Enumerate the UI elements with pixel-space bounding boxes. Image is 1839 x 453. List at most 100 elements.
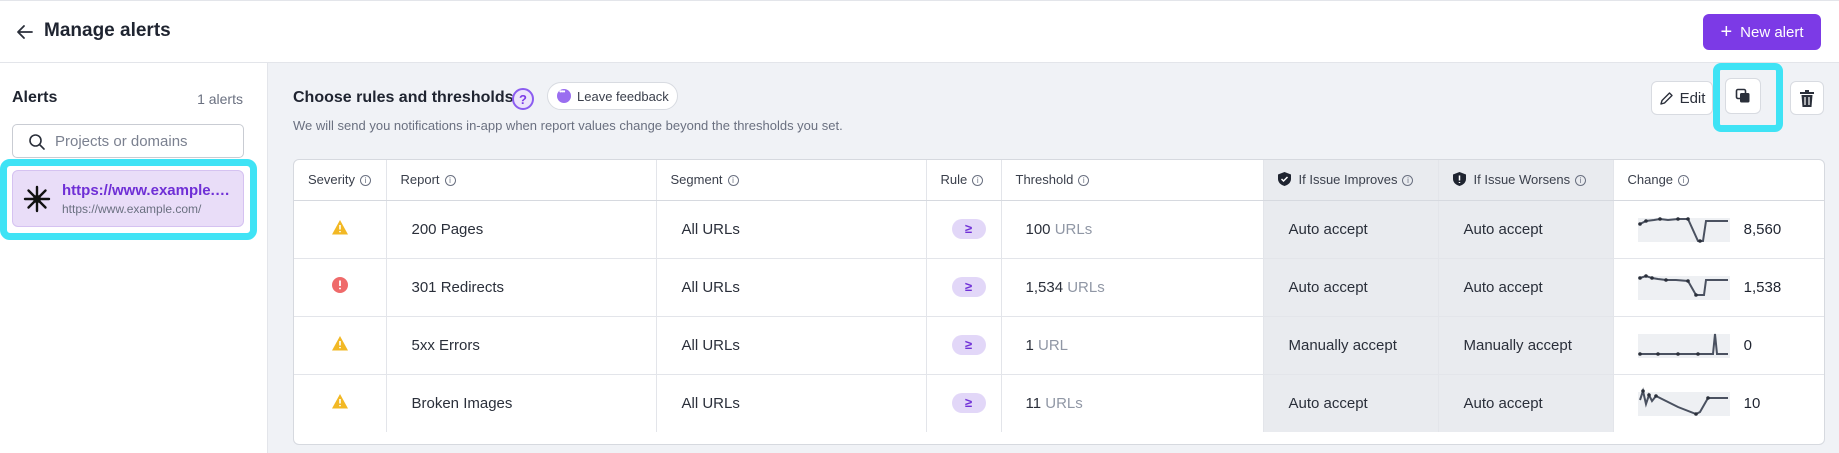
col-change[interactable]: Change i (1613, 160, 1824, 201)
sparkline-chart (1637, 333, 1730, 358)
copy-highlight (1713, 63, 1783, 132)
table-header-row: Severity i Report i Segment i Rule i Thresho… (294, 160, 1824, 201)
edit-button[interactable]: Edit (1651, 81, 1713, 115)
chat-bubble-icon (557, 87, 571, 103)
segment-cell: All URLs (656, 316, 927, 375)
search-box (12, 124, 244, 158)
warning-icon (331, 219, 348, 234)
alerts-count: 1 alerts (197, 91, 243, 107)
improves-cell: Auto accept (1263, 200, 1439, 259)
segment-cell: All URLs (656, 258, 927, 317)
table-row[interactable]: 301 Redirects All URLs ≥ 1,534 URLs Auto… (294, 258, 1824, 317)
severity-cell (294, 200, 387, 259)
top-header: Manage alerts + New alert (0, 0, 1839, 63)
col-severity[interactable]: Severity i (294, 160, 387, 201)
warning-icon (331, 393, 348, 409)
project-url: https://www.example.com/ (62, 182, 234, 199)
table-row[interactable]: Broken Images All URLs ≥ 11 URLs Auto ac… (294, 374, 1824, 432)
threshold-cell: 11 URLs (1001, 374, 1264, 432)
worsens-cell: Manually accept (1438, 316, 1614, 375)
threshold-cell: 1 URL (1001, 316, 1264, 375)
report-cell: Broken Images (386, 374, 657, 432)
change-cell: 10 (1613, 374, 1824, 432)
worsens-cell: Auto accept (1438, 374, 1614, 432)
col-report[interactable]: Report i (386, 160, 657, 201)
duplicate-button[interactable] (1725, 78, 1761, 114)
table-row[interactable]: 200 Pages All URLs ≥ 100 URLs Auto accep… (294, 200, 1824, 259)
worsens-cell: Auto accept (1438, 200, 1614, 259)
info-icon: i (359, 175, 371, 187)
alerts-sidebar: Alerts 1 alerts https://www.example.com/… (0, 63, 268, 453)
info-icon: i (1402, 175, 1414, 187)
severity-cell (294, 316, 387, 375)
info-icon: i (1678, 175, 1690, 187)
new-alert-label: New alert (1740, 23, 1804, 41)
sparkline-chart (1637, 274, 1730, 300)
shield-alert-icon (1452, 172, 1466, 187)
page-title: Manage alerts (44, 20, 171, 41)
rule-badge: ≥ (951, 393, 986, 414)
col-rule[interactable]: Rule i (926, 160, 1002, 201)
warning-icon (331, 335, 348, 350)
change-cell: 1,538 (1613, 258, 1824, 317)
info-icon: i (1078, 175, 1090, 187)
alerts-table: Severity i Report i Segment i Rule i Thresho… (293, 159, 1825, 445)
search-icon (29, 134, 45, 150)
error-icon (331, 277, 348, 293)
improves-cell: Auto accept (1263, 258, 1439, 317)
new-alert-button[interactable]: + New alert (1703, 14, 1821, 50)
sparkline-chart (1637, 217, 1730, 243)
change-cell: 8,560 (1613, 200, 1824, 259)
search-input[interactable] (55, 131, 235, 151)
threshold-cell: 100 URLs (1001, 200, 1264, 259)
sparkline-chart (1637, 387, 1730, 417)
rule-badge: ≥ (951, 277, 986, 297)
severity-cell (294, 258, 387, 317)
rule-badge: ≥ (951, 219, 986, 239)
report-cell: 301 Redirects (386, 258, 657, 317)
info-icon: i (1575, 175, 1587, 187)
feedback-label: Leave feedback (577, 88, 669, 104)
table-row[interactable]: 5xx Errors All URLs ≥ 1 URL Manually acc… (294, 316, 1824, 375)
copy-icon (1735, 88, 1750, 103)
rule-cell: ≥ (926, 258, 1002, 317)
delete-button[interactable] (1790, 81, 1824, 115)
rule-cell: ≥ (926, 374, 1002, 432)
report-cell: 200 Pages (386, 200, 657, 259)
project-highlight: https://www.example.com/ https://www.exa… (0, 159, 257, 240)
improves-cell: Auto accept (1263, 374, 1439, 432)
segment-cell: All URLs (656, 374, 927, 432)
edit-label: Edit (1679, 89, 1706, 107)
shield-check-icon (1277, 172, 1291, 187)
main-panel: Choose rules and thresholds ? Leave feed… (268, 63, 1839, 453)
sidebar-title: Alerts (12, 89, 58, 106)
trash-icon (1800, 89, 1814, 107)
report-cell: 5xx Errors (386, 316, 657, 375)
info-icon: i (444, 175, 456, 187)
improves-cell: Manually accept (1263, 316, 1439, 375)
help-icon[interactable]: ? (512, 88, 534, 110)
col-if-issue-improves[interactable]: If Issue Improves i (1263, 160, 1439, 201)
pencil-icon (1659, 91, 1673, 105)
threshold-cell: 1,534 URLs (1001, 258, 1264, 317)
back-arrow-icon[interactable] (14, 21, 36, 43)
section-description: We will send you notifications in-app wh… (293, 118, 843, 133)
info-icon: i (727, 175, 739, 187)
project-logo-icon (23, 185, 51, 213)
plus-icon: + (1720, 21, 1733, 43)
section-title: Choose rules and thresholds (293, 89, 514, 106)
col-segment[interactable]: Segment i (656, 160, 927, 201)
segment-cell: All URLs (656, 200, 927, 259)
project-item[interactable]: https://www.example.com/ https://www.exa… (12, 170, 244, 227)
change-cell: 0 (1613, 316, 1824, 375)
col-threshold[interactable]: Threshold i (1001, 160, 1264, 201)
worsens-cell: Auto accept (1438, 258, 1614, 317)
rule-badge: ≥ (951, 335, 986, 355)
leave-feedback-button[interactable]: Leave feedback (547, 82, 678, 110)
col-if-issue-worsens[interactable]: If Issue Worsens i (1438, 160, 1614, 201)
rule-cell: ≥ (926, 316, 1002, 375)
project-subtitle: https://www.example.com/ (62, 202, 202, 216)
info-icon: i (972, 175, 984, 187)
severity-cell (294, 374, 387, 432)
rule-cell: ≥ (926, 200, 1002, 259)
